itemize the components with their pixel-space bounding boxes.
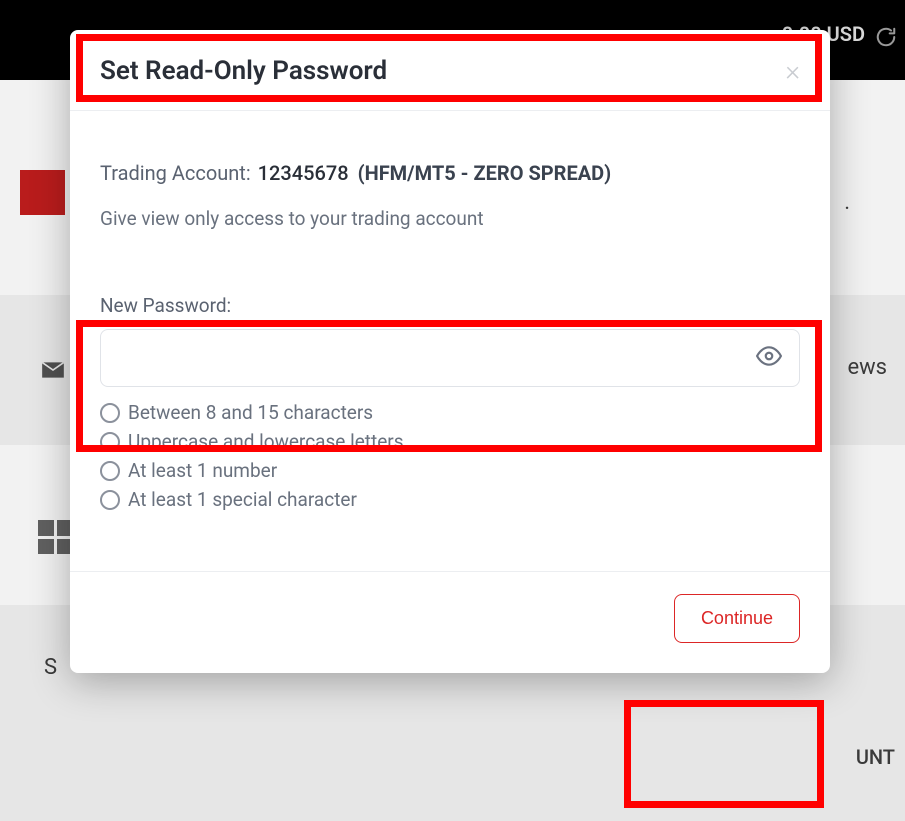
rule-unchecked-icon [100, 461, 120, 481]
bg-text-fragment: ews [847, 355, 887, 380]
account-description: Give view only access to your trading ac… [100, 207, 800, 230]
rule-text: Between 8 and 15 characters [128, 401, 373, 424]
password-label: New Password: [100, 294, 800, 317]
account-label: Trading Account: [100, 161, 251, 185]
close-icon[interactable]: × [785, 57, 800, 85]
rule-item: Between 8 and 15 characters [100, 401, 800, 424]
continue-button[interactable]: Continue [674, 594, 800, 643]
modal-title: Set Read-Only Password [100, 56, 387, 86]
eye-icon[interactable] [756, 343, 782, 373]
bg-text-fragment: UNT [856, 745, 895, 769]
rule-text: At least 1 number [128, 459, 277, 482]
rule-text: Uppercase and lowercase letters [128, 430, 404, 453]
modal-body: Trading Account: 12345678 (HFM/MT5 - ZER… [70, 111, 830, 571]
rule-text: At least 1 special character [128, 488, 357, 511]
grid-icon [38, 520, 72, 554]
password-input-wrap [100, 329, 800, 387]
mail-icon [40, 360, 66, 384]
rule-item: Uppercase and lowercase letters [100, 430, 800, 453]
set-readonly-password-modal: Set Read-Only Password × Trading Account… [70, 30, 830, 673]
bg-text-fragment: . [844, 190, 850, 215]
rule-unchecked-icon [100, 403, 120, 423]
trading-account-line: Trading Account: 12345678 (HFM/MT5 - ZER… [100, 161, 800, 185]
gift-icon [20, 170, 65, 215]
rule-unchecked-icon [100, 490, 120, 510]
rule-unchecked-icon [100, 432, 120, 452]
bg-text-fragment: S [44, 655, 57, 680]
account-type: (HFM/MT5 - ZERO SPREAD) [358, 161, 612, 185]
rule-item: At least 1 number [100, 459, 800, 482]
modal-footer: Continue [70, 571, 830, 673]
password-rules: Between 8 and 15 characters Uppercase an… [100, 401, 800, 511]
modal-header: Set Read-Only Password × [70, 30, 830, 110]
account-number: 12345678 [258, 161, 349, 185]
refresh-icon[interactable] [875, 26, 897, 52]
rule-item: At least 1 special character [100, 488, 800, 511]
password-input[interactable] [100, 329, 800, 387]
